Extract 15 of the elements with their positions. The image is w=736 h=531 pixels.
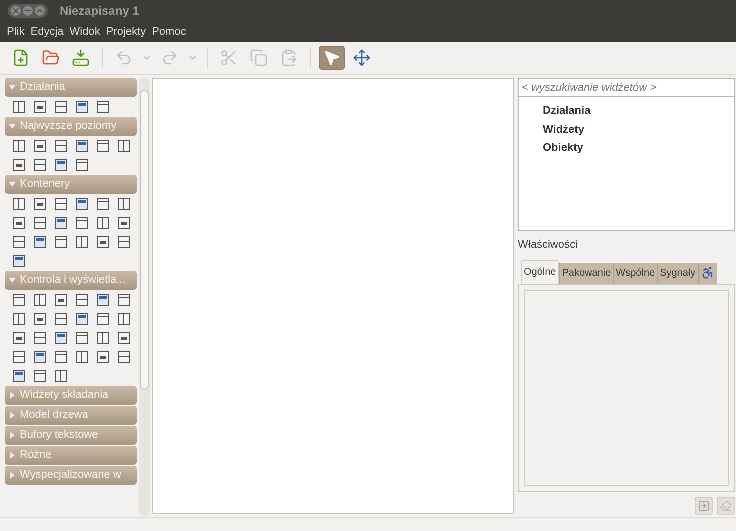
- menu-item[interactable]: Edycja: [28, 24, 67, 40]
- window-title: Niezapisany 1: [60, 3, 140, 20]
- properties-label: Właściwości: [518, 238, 579, 253]
- menu-item[interactable]: Widok: [66, 24, 104, 40]
- tree-item[interactable]: Obiekty: [543, 140, 734, 156]
- properties-tab[interactable]: Wspólne: [613, 262, 658, 284]
- tree-item[interactable]: Widżety: [543, 122, 734, 138]
- menu-item[interactable]: Pomoc: [149, 24, 190, 40]
- search-field[interactable]: < wyszukiwanie widżetów >: [518, 78, 735, 97]
- properties-tab[interactable]: Pakowanie: [559, 262, 614, 284]
- tree-item[interactable]: Działania: [543, 103, 734, 120]
- properties-tab[interactable]: Sygnały: [657, 262, 698, 284]
- menu-item[interactable]: Plik: [4, 24, 28, 40]
- properties-tab[interactable]: Ogólne: [521, 260, 560, 284]
- menu-item[interactable]: Projekty: [103, 24, 150, 40]
